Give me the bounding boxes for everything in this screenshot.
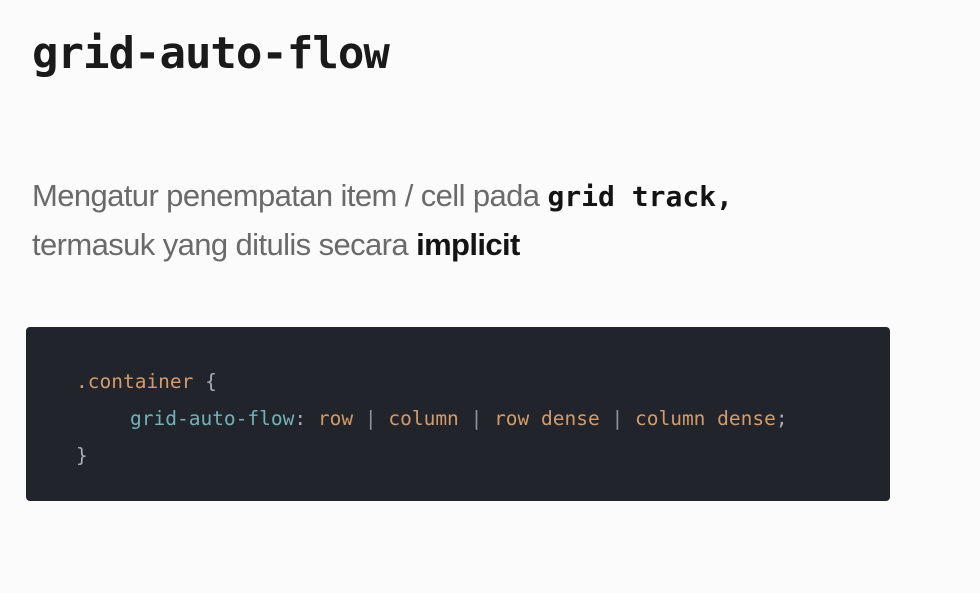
code-open-brace: { (193, 370, 217, 393)
code-line-3: } (76, 437, 890, 474)
code-property: grid-auto-flow (130, 407, 295, 430)
description-line-2: termasuk yang ditulis secara implicit (32, 221, 952, 269)
keyword-implicit: implicit (416, 227, 520, 262)
code-value-column: column (388, 407, 459, 430)
code-line-1: .container { (76, 363, 890, 400)
code-separator: | (611, 407, 624, 430)
slide-description: Mengatur penempatan item / cell pada gri… (32, 172, 952, 269)
description-text-1: Mengatur penempatan item / cell pada (32, 178, 548, 213)
description-text-2: termasuk yang ditulis secara (32, 227, 417, 262)
code-value-row-dense: row dense (494, 407, 600, 430)
code-separator: | (364, 407, 377, 430)
code-separator: | (470, 407, 483, 430)
keyword-grid-track: grid track, (547, 180, 733, 213)
code-value-row: row (317, 407, 354, 430)
description-line-1: Mengatur penempatan item / cell pada gri… (32, 172, 952, 221)
code-semicolon: ; (775, 407, 788, 430)
code-close-brace: } (76, 444, 88, 467)
code-colon: : (294, 407, 307, 430)
code-block: .container { grid-auto-flow: row | colum… (26, 327, 890, 501)
slide-title: grid-auto-flow (32, 28, 390, 79)
code-line-2: grid-auto-flow: row | column | row dense… (76, 400, 890, 437)
code-selector: .container (76, 370, 194, 393)
code-value-column-dense: column dense (634, 407, 776, 430)
